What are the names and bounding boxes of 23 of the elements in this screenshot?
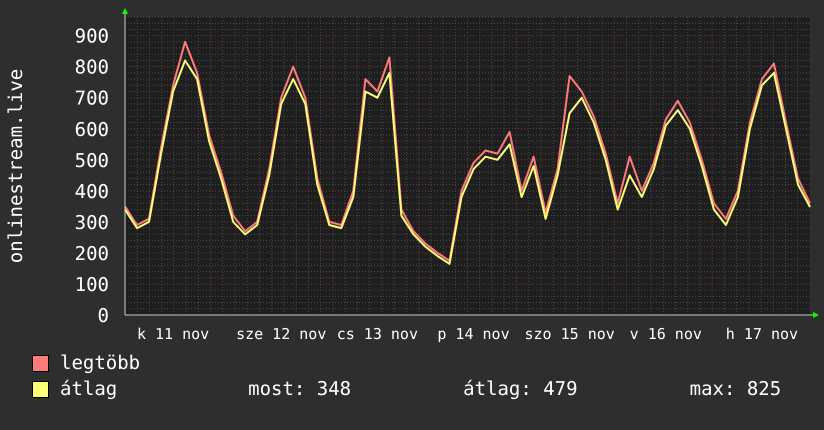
y-tick-label: 200 — [74, 242, 109, 265]
y-tick-label: 400 — [74, 180, 109, 203]
legend-label: átlag — [60, 378, 118, 400]
y-axis-title: onlinestream.live — [5, 68, 27, 264]
y-tick-label: 0 — [98, 305, 109, 327]
x-tick-label: cs 13 nov — [336, 325, 418, 343]
y-tick-label: 800 — [74, 56, 109, 79]
stat-value: átlag: 479 — [463, 378, 579, 400]
y-tick-label: 500 — [74, 150, 109, 172]
x-tick-label: szo 15 nov — [524, 325, 615, 343]
legend-label: legtöbb — [60, 352, 142, 374]
stat-value: max: 825 — [690, 378, 782, 400]
x-tick-label: sze 12 nov — [236, 325, 326, 343]
x-tick-label: k 11 nov — [136, 325, 210, 343]
y-tick-label: 700 — [74, 88, 109, 110]
y-tick-label: 900 — [74, 26, 109, 48]
y-tick-label: 300 — [74, 212, 109, 234]
y-tick-label: 600 — [74, 118, 109, 141]
x-tick-label: h 17 nov — [726, 325, 798, 343]
y-tick-label: 100 — [74, 274, 109, 296]
stat-value: most: 348 — [248, 378, 352, 400]
x-tick-label: v 16 nov — [630, 325, 702, 343]
x-tick-label: p 14 nov — [437, 325, 510, 343]
